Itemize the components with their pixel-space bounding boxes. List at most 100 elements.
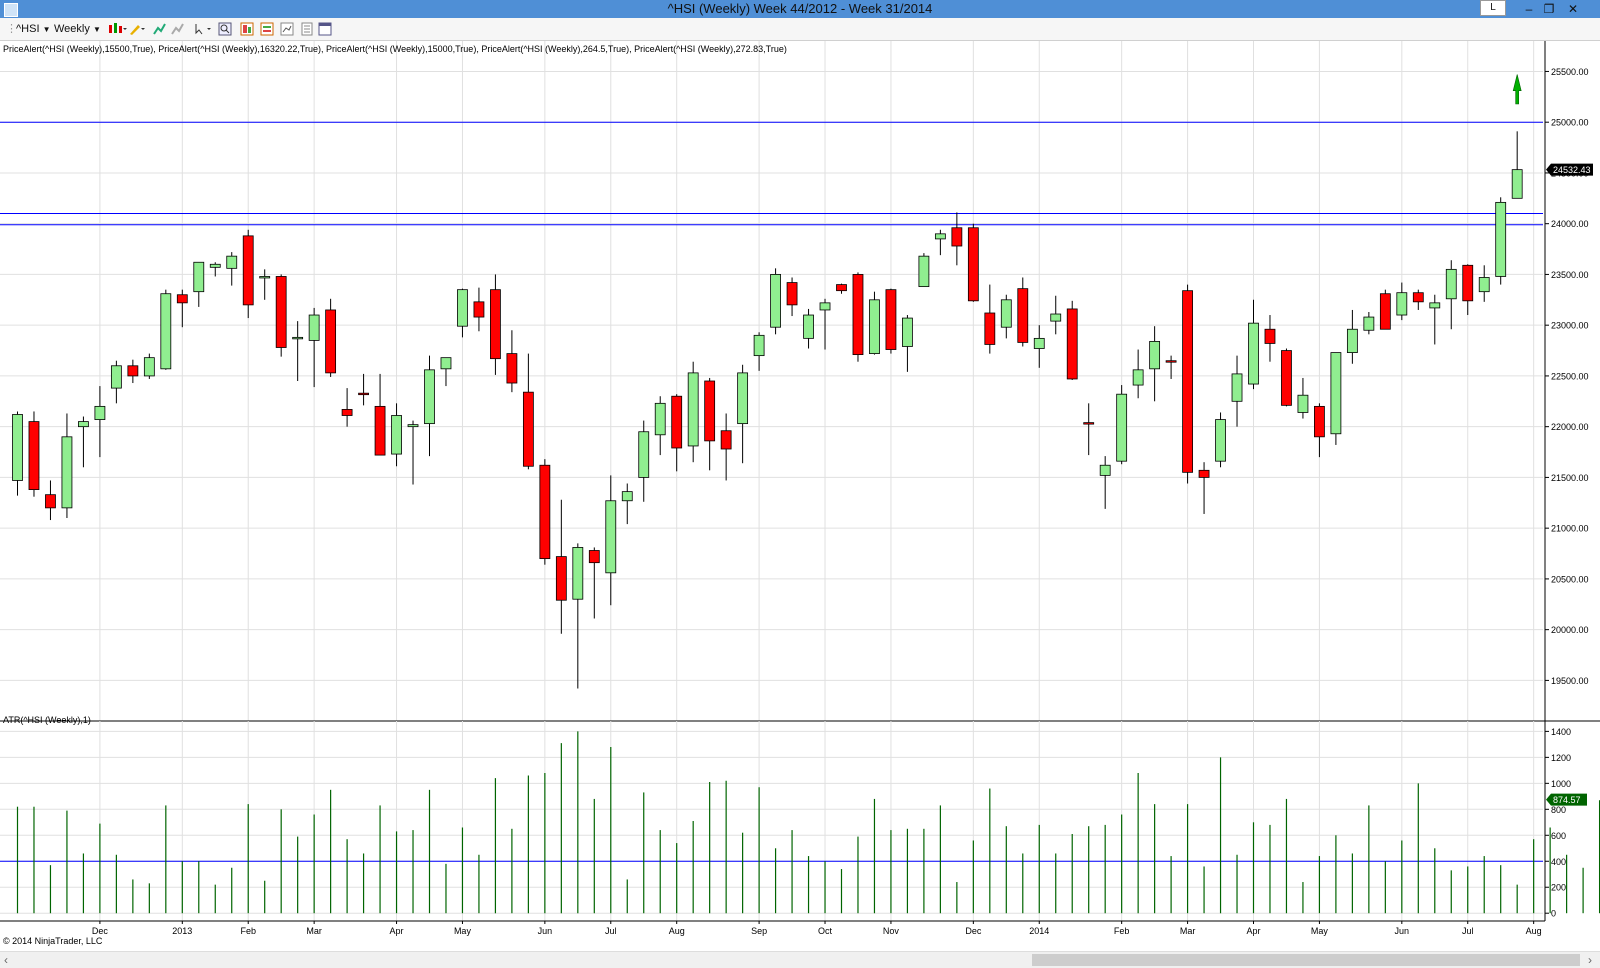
- y-tick-label: 21500.00: [1551, 473, 1589, 483]
- y-tick-label: 1200: [1551, 753, 1571, 763]
- scroll-left-icon[interactable]: ‹: [4, 952, 8, 968]
- candle-down: [1182, 290, 1193, 473]
- candle-up: [440, 357, 452, 370]
- candle-down: [1083, 422, 1095, 425]
- x-tick-label: May: [1311, 926, 1329, 936]
- x-tick-label: 2014: [1029, 926, 1049, 936]
- candle-up: [770, 274, 781, 328]
- window-title: ^HSI (Weekly) Week 44/2012 - Week 31/201…: [667, 1, 933, 16]
- x-tick-label: May: [454, 926, 472, 936]
- strategy-icon[interactable]: [170, 22, 184, 36]
- magnifier-icon[interactable]: [218, 22, 232, 36]
- scroll-right-icon[interactable]: ›: [1588, 952, 1592, 968]
- zoom-icon[interactable]: [193, 22, 213, 36]
- candle-down: [1017, 288, 1029, 343]
- candle-up: [160, 293, 172, 370]
- candle-down: [967, 227, 979, 302]
- candle-up: [1396, 292, 1408, 316]
- candle-up: [209, 263, 221, 268]
- properties-icon[interactable]: [300, 22, 314, 36]
- candle-up: [407, 424, 419, 428]
- candle-down: [984, 312, 996, 345]
- candle-down: [1281, 350, 1292, 406]
- candle-up: [638, 431, 650, 478]
- atr-label: ATR(^HSI (Weekly),1): [3, 715, 91, 725]
- candle-down: [242, 235, 254, 306]
- chart-area[interactable]: 25500.0025000.0024500.0024000.0023500.00…: [0, 41, 1600, 951]
- indicator-icon[interactable]: [152, 22, 166, 36]
- y-tick-label: 20000.00: [1551, 625, 1589, 635]
- candle-down: [555, 556, 567, 601]
- candle-up: [308, 314, 320, 341]
- scroll-thumb[interactable]: [1032, 954, 1580, 966]
- candle-down: [490, 289, 501, 360]
- chevron-down-icon: ▼: [42, 25, 51, 34]
- data-box-icon[interactable]: [240, 22, 254, 36]
- x-tick-label: Feb: [240, 926, 256, 936]
- candle-up: [1116, 393, 1128, 462]
- y-tick-label: 25500.00: [1551, 67, 1589, 77]
- copyright-text: © 2014 NinjaTrader, LLC: [3, 936, 103, 946]
- candle-down: [539, 464, 551, 560]
- candle-up: [1363, 316, 1375, 331]
- candle-down: [522, 391, 534, 467]
- period-label: Weekly: [54, 23, 90, 35]
- candle-up: [424, 369, 435, 425]
- candle-up: [621, 491, 633, 502]
- y-tick-label: 21000.00: [1551, 524, 1589, 534]
- candle-up: [1231, 373, 1243, 402]
- price-panel[interactable]: 25500.0025000.0024500.0024000.0023500.00…: [0, 41, 1600, 921]
- x-tick-label: 2013: [172, 926, 192, 936]
- x-tick-label: Aug: [1526, 926, 1542, 936]
- candle-up: [918, 255, 930, 288]
- candle-down: [1264, 328, 1276, 344]
- candle-up: [457, 289, 468, 327]
- chevron-down-icon: ▼: [92, 25, 101, 34]
- horizontal-scrollbar[interactable]: ‹ ›: [0, 951, 1600, 968]
- pencil-draw-icon[interactable]: [128, 22, 146, 36]
- candle-down: [1066, 308, 1078, 380]
- candle-down: [1198, 469, 1210, 478]
- candle-up: [292, 336, 304, 340]
- candle-up: [391, 415, 402, 455]
- candle-up: [1099, 464, 1111, 476]
- candle-down: [176, 294, 188, 304]
- candle-up: [1478, 277, 1490, 293]
- atr-panel[interactable]: 1400 1200 1000 800 600 400 200 0 874.57: [0, 721, 1600, 921]
- x-tick-label: Jun: [538, 926, 553, 936]
- candle-up: [78, 421, 89, 428]
- candle-down: [1379, 293, 1391, 330]
- template-icon[interactable]: [280, 22, 294, 36]
- y-tick-label: 800: [1551, 805, 1566, 815]
- candle-up: [1511, 169, 1523, 199]
- instrument-label: ^HSI: [16, 23, 40, 35]
- y-tick-label: 200: [1551, 883, 1566, 893]
- bar-type-icon[interactable]: [107, 22, 127, 36]
- last-price-label: 24532.43: [1553, 165, 1591, 175]
- candle-up: [572, 547, 584, 600]
- chart-svg[interactable]: 25500.0025000.0024500.0024000.0023500.00…: [0, 41, 1600, 951]
- close-icon[interactable]: ✕: [1560, 0, 1586, 18]
- instrument-selector[interactable]: ^HSI ▼: [16, 22, 50, 36]
- candle-down: [127, 365, 139, 377]
- candle-up: [1346, 328, 1358, 353]
- restore-icon[interactable]: ❐: [1536, 0, 1562, 18]
- l-button[interactable]: L: [1480, 0, 1506, 16]
- x-tick-label: Dec: [92, 926, 109, 936]
- candle-up: [1000, 299, 1012, 328]
- x-tick-label: Oct: [818, 926, 833, 936]
- chart-trader-icon[interactable]: [260, 22, 274, 36]
- last-atr-label: 874.57: [1553, 795, 1581, 805]
- candle-down: [836, 284, 847, 292]
- candle-up: [1445, 268, 1457, 300]
- period-selector[interactable]: Weekly ▼: [54, 22, 101, 36]
- window-icon[interactable]: [318, 22, 332, 36]
- candle-down: [1165, 360, 1177, 363]
- x-tick-label: Feb: [1114, 926, 1130, 936]
- toolbar: ⋮ ^HSI ▼ Weekly ▼: [0, 18, 1600, 41]
- candle-down: [341, 409, 353, 416]
- candle-down: [951, 227, 963, 247]
- y-tick-label: 20500.00: [1551, 574, 1589, 584]
- x-tick-label: Jul: [605, 926, 617, 936]
- candle-up: [1215, 419, 1226, 462]
